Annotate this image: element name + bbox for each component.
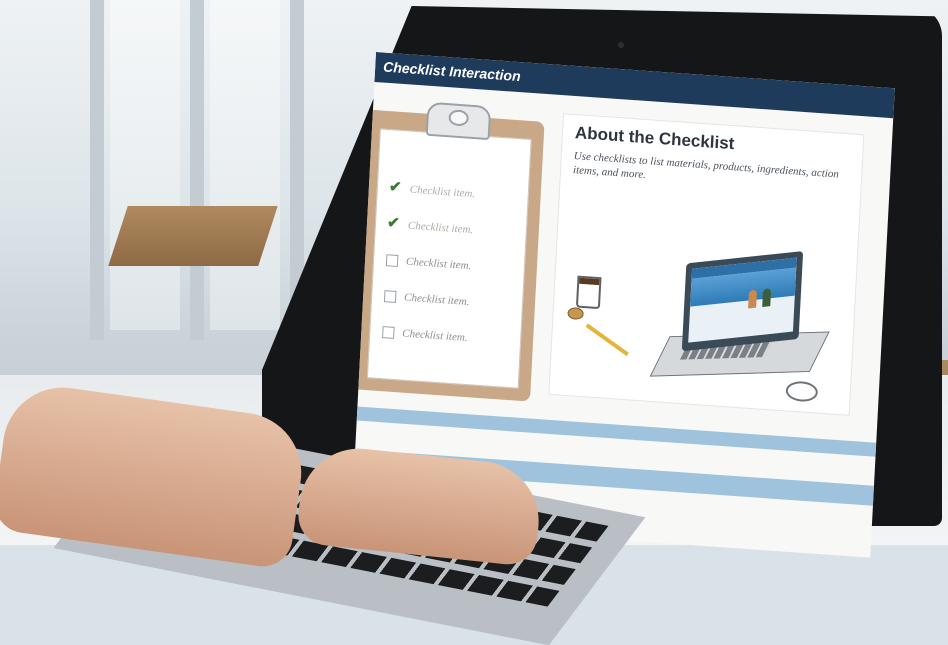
checkbox[interactable]: [385, 254, 399, 268]
checkbox[interactable]: [382, 326, 395, 339]
coffee: [579, 277, 600, 286]
checklist-item-label: Checklist item.: [401, 327, 468, 345]
checkbox[interactable]: [383, 290, 397, 303]
checkbox[interactable]: ✔: [387, 215, 401, 232]
clipboard-clip-icon: [425, 101, 492, 141]
checklist-item-label: Checklist item.: [405, 255, 472, 273]
person-illustration: [748, 289, 758, 309]
about-panel: About the Checklist Use checklists to li…: [548, 113, 865, 416]
cookie-illustration: [567, 306, 584, 321]
clipboard-paper: ✔ Checklist item. ✔ Checklist item. Chec…: [366, 128, 532, 389]
wooden-shelf: [108, 206, 278, 266]
window-frame: [190, 0, 204, 340]
checklist-item[interactable]: ✔ Checklist item.: [389, 170, 476, 212]
checkbox[interactable]: ✔: [389, 179, 403, 196]
checklist-item[interactable]: Checklist item.: [383, 278, 470, 320]
checklist-item[interactable]: ✔ Checklist item.: [387, 206, 474, 248]
footer-band: [356, 406, 877, 457]
checklist-item-label: Checklist item.: [407, 219, 474, 237]
checklist-item[interactable]: Checklist item.: [381, 314, 468, 356]
person-illustration: [762, 288, 772, 307]
checklist-item-label: Checklist item.: [403, 291, 470, 309]
panel-description: Use checklists to list materials, produc…: [572, 150, 840, 182]
mouse-illustration: [785, 380, 819, 403]
check-icon: ✔: [388, 179, 402, 197]
clipboard: ✔ Checklist item. ✔ Checklist item. Chec…: [352, 101, 545, 402]
checklist-item[interactable]: Checklist item.: [385, 242, 472, 284]
window-pane: [110, 0, 180, 330]
laptop-illustration: [681, 251, 804, 352]
check-icon: ✔: [386, 215, 401, 233]
panel-title: About the Checklist: [574, 123, 735, 154]
laptop-illustration-screen: [688, 257, 797, 343]
clip-hole: [448, 109, 470, 127]
window-pane: [210, 0, 280, 330]
checklist: ✔ Checklist item. ✔ Checklist item. Chec…: [381, 170, 476, 356]
coffee-mug-illustration: [575, 275, 602, 310]
webcam-icon: [618, 42, 624, 48]
checklist-item-label: Checklist item.: [409, 183, 476, 201]
course-title: Checklist Interaction: [382, 58, 522, 85]
pencil-illustration: [585, 323, 629, 357]
window-frame: [90, 0, 104, 340]
